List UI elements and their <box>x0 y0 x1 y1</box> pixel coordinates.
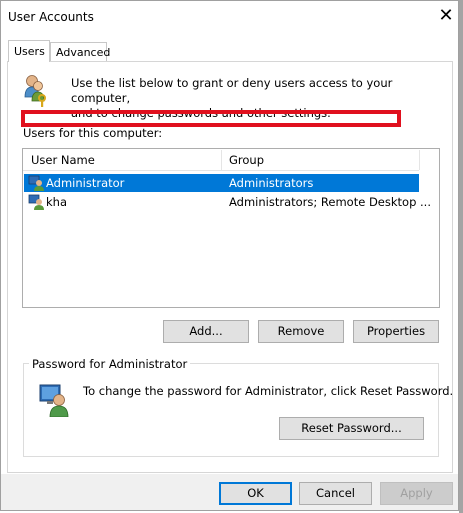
tab-advanced[interactable]: Advanced <box>50 42 111 62</box>
user-monitor-icon <box>38 383 70 418</box>
close-icon[interactable]: ✕ <box>436 6 456 26</box>
column-header-group[interactable]: Group <box>229 153 264 167</box>
table-row[interactable]: kha Administrators; Remote Desktop ... <box>24 193 431 213</box>
tab-advanced-label: Advanced <box>56 46 111 59</box>
users-section-label: Users for this computer: <box>23 126 163 140</box>
remove-button[interactable]: Remove <box>258 320 344 343</box>
group-cell: Administrators <box>229 176 314 190</box>
background-edge <box>459 0 463 513</box>
apply-button[interactable]: Apply <box>380 482 453 505</box>
password-group-title: Password for Administrator <box>29 357 191 371</box>
highlight-box <box>21 110 401 127</box>
properties-button[interactable]: Properties <box>353 320 439 343</box>
add-button[interactable]: Add... <box>163 320 249 343</box>
group-cell: Administrators; Remote Desktop ... <box>229 195 431 209</box>
cancel-button[interactable]: Cancel <box>299 482 372 505</box>
intro-text-line1: Use the list below to grant or deny user… <box>71 76 393 105</box>
tab-users-label: Users <box>14 45 45 58</box>
ok-button[interactable]: OK <box>219 482 292 505</box>
password-instructions: To change the password for Administrator… <box>83 384 454 398</box>
user-name-cell: kha <box>46 195 67 209</box>
user-icon <box>28 194 44 213</box>
user-icon <box>28 175 44 194</box>
reset-password-button[interactable]: Reset Password... <box>279 417 424 440</box>
user-list[interactable] <box>22 148 440 308</box>
users-key-icon <box>22 73 48 107</box>
column-divider[interactable] <box>221 150 222 170</box>
table-row[interactable]: Administrator Administrators <box>24 174 419 192</box>
tab-users[interactable]: Users <box>8 40 50 62</box>
column-header-username[interactable]: User Name <box>31 153 95 167</box>
password-groupbox <box>23 363 439 457</box>
column-divider[interactable] <box>419 150 420 170</box>
window-title: User Accounts <box>8 10 94 24</box>
user-name-cell: Administrator <box>46 176 125 190</box>
